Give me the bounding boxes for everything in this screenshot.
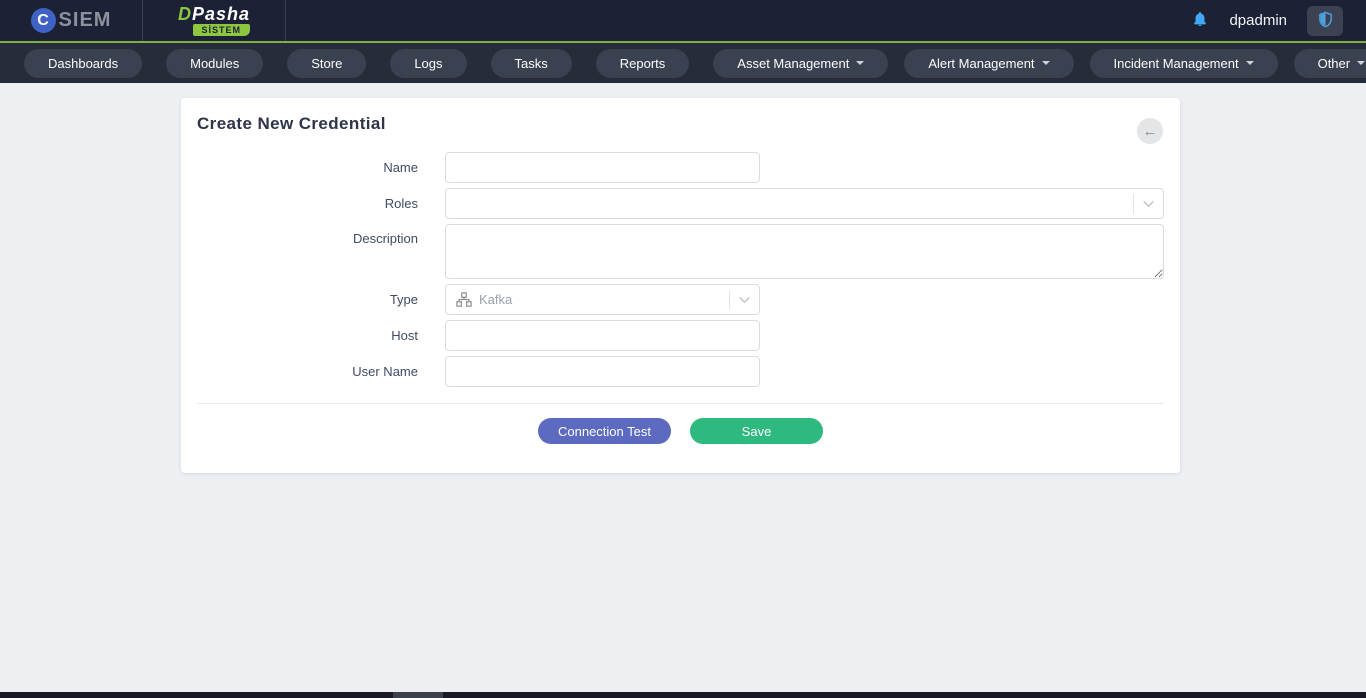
nav-item-label: Incident Management [1114,56,1239,71]
save-button[interactable]: Save [690,418,823,444]
roles-label: Roles [197,188,445,219]
user-name-input[interactable] [445,356,760,387]
main-nav: Dashboards Modules Store Logs Tasks Repo… [0,41,1366,83]
type-select[interactable]: Kafka [445,284,760,315]
content-area: Create New Credential ← Name Roles Descr… [0,83,1366,473]
arrow-left-icon: ← [1143,124,1158,139]
credential-form: Name Roles Description Type [197,152,1164,458]
nav-item-label: Other [1318,56,1351,71]
notifications-button[interactable] [1191,10,1209,32]
user-name-label: User Name [197,356,445,387]
connection-test-button[interactable]: Connection Test [538,418,671,444]
nav-item-asset-management[interactable]: Asset Management [713,49,888,78]
create-credential-card: Create New Credential ← Name Roles Descr… [181,98,1180,473]
nav-item-other[interactable]: Other [1294,49,1366,78]
form-row-user-name: User Name [197,356,1164,387]
topbar-right-group: dpadmin [1191,6,1366,36]
username-label: dpadmin [1229,12,1287,29]
form-row-roles: Roles [197,188,1164,219]
description-label: Description [197,224,445,279]
name-label: Name [197,152,445,183]
nav-item-alert-management[interactable]: Alert Management [904,49,1073,78]
dpasha-logo-badge: SİSTEM [193,24,251,36]
siem-logo-text: SIEM [59,9,112,32]
host-label: Host [197,320,445,351]
nav-item-reports[interactable]: Reports [596,49,690,78]
nav-item-tasks[interactable]: Tasks [491,49,572,78]
bell-icon [1191,10,1209,32]
dpasha-logo-text: DPasha [178,5,250,23]
nav-item-logs[interactable]: Logs [390,49,466,78]
caret-down-icon [856,61,864,65]
dpasha-logo-block: DPasha SİSTEM [178,5,250,36]
name-input[interactable] [445,152,760,183]
form-divider [197,403,1164,404]
form-row-description: Description [197,224,1164,279]
caret-down-icon [1357,61,1365,65]
nav-item-modules[interactable]: Modules [166,49,263,78]
dpasha-logo-rest: Pasha [192,4,250,24]
form-actions: Connection Test Save [197,418,1164,458]
top-bar: C SIEM DPasha SİSTEM dpadmin [0,0,1366,41]
chevron-down-icon [729,290,758,309]
caret-down-icon [1246,61,1254,65]
caret-down-icon [1042,61,1050,65]
nav-item-store[interactable]: Store [287,49,366,78]
profile-shield-button[interactable] [1307,6,1343,36]
horizontal-scrollbar[interactable] [0,692,1366,698]
sitemap-icon [456,292,472,307]
description-textarea[interactable] [445,224,1164,279]
type-select-value: Kafka [479,292,512,307]
dpasha-logo[interactable]: DPasha SİSTEM [143,0,286,41]
back-button[interactable]: ← [1137,118,1163,144]
host-input[interactable] [445,320,760,351]
nav-item-label: Asset Management [737,56,849,71]
nav-item-label: Alert Management [928,56,1034,71]
form-row-host: Host [197,320,1164,351]
chevron-down-icon [1133,194,1162,213]
dpasha-logo-d: D [178,4,192,24]
page-title: Create New Credential [197,114,1164,134]
siem-logo[interactable]: C SIEM [0,0,143,41]
shield-icon [1317,10,1334,32]
form-row-name: Name [197,152,1164,183]
type-label: Type [197,284,445,315]
nav-item-incident-management[interactable]: Incident Management [1090,49,1278,78]
horizontal-scrollbar-thumb[interactable] [393,692,443,698]
form-row-type: Type Kafka [197,284,1164,315]
siem-logo-circle: C [31,8,56,33]
roles-select[interactable] [445,188,1164,219]
nav-item-dashboards[interactable]: Dashboards [24,49,142,78]
